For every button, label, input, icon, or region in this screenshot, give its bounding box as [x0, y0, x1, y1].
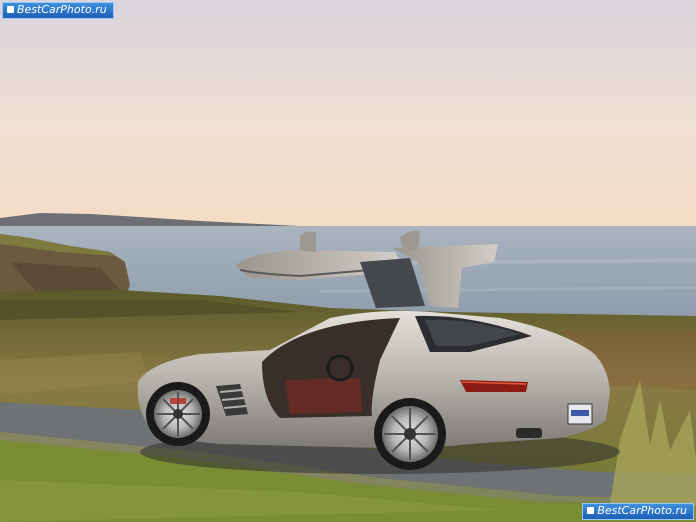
- watermark-bottom-text: BestCarPhoto.ru: [597, 504, 687, 517]
- photo-stage: BestCarPhoto.ru BestCarPhoto.ru: [0, 0, 696, 522]
- watermark-top-text: BestCarPhoto.ru: [17, 3, 107, 16]
- watermark-logo-icon: [7, 6, 14, 13]
- watermark-bottom: BestCarPhoto.ru: [582, 503, 694, 520]
- watermark-logo-icon: [587, 507, 595, 514]
- rear-wheel: [374, 398, 446, 470]
- sky: [0, 0, 696, 228]
- watermark-top: BestCarPhoto.ru: [2, 2, 114, 19]
- car-coast-photo: [0, 0, 696, 522]
- front-wheel: [146, 382, 210, 446]
